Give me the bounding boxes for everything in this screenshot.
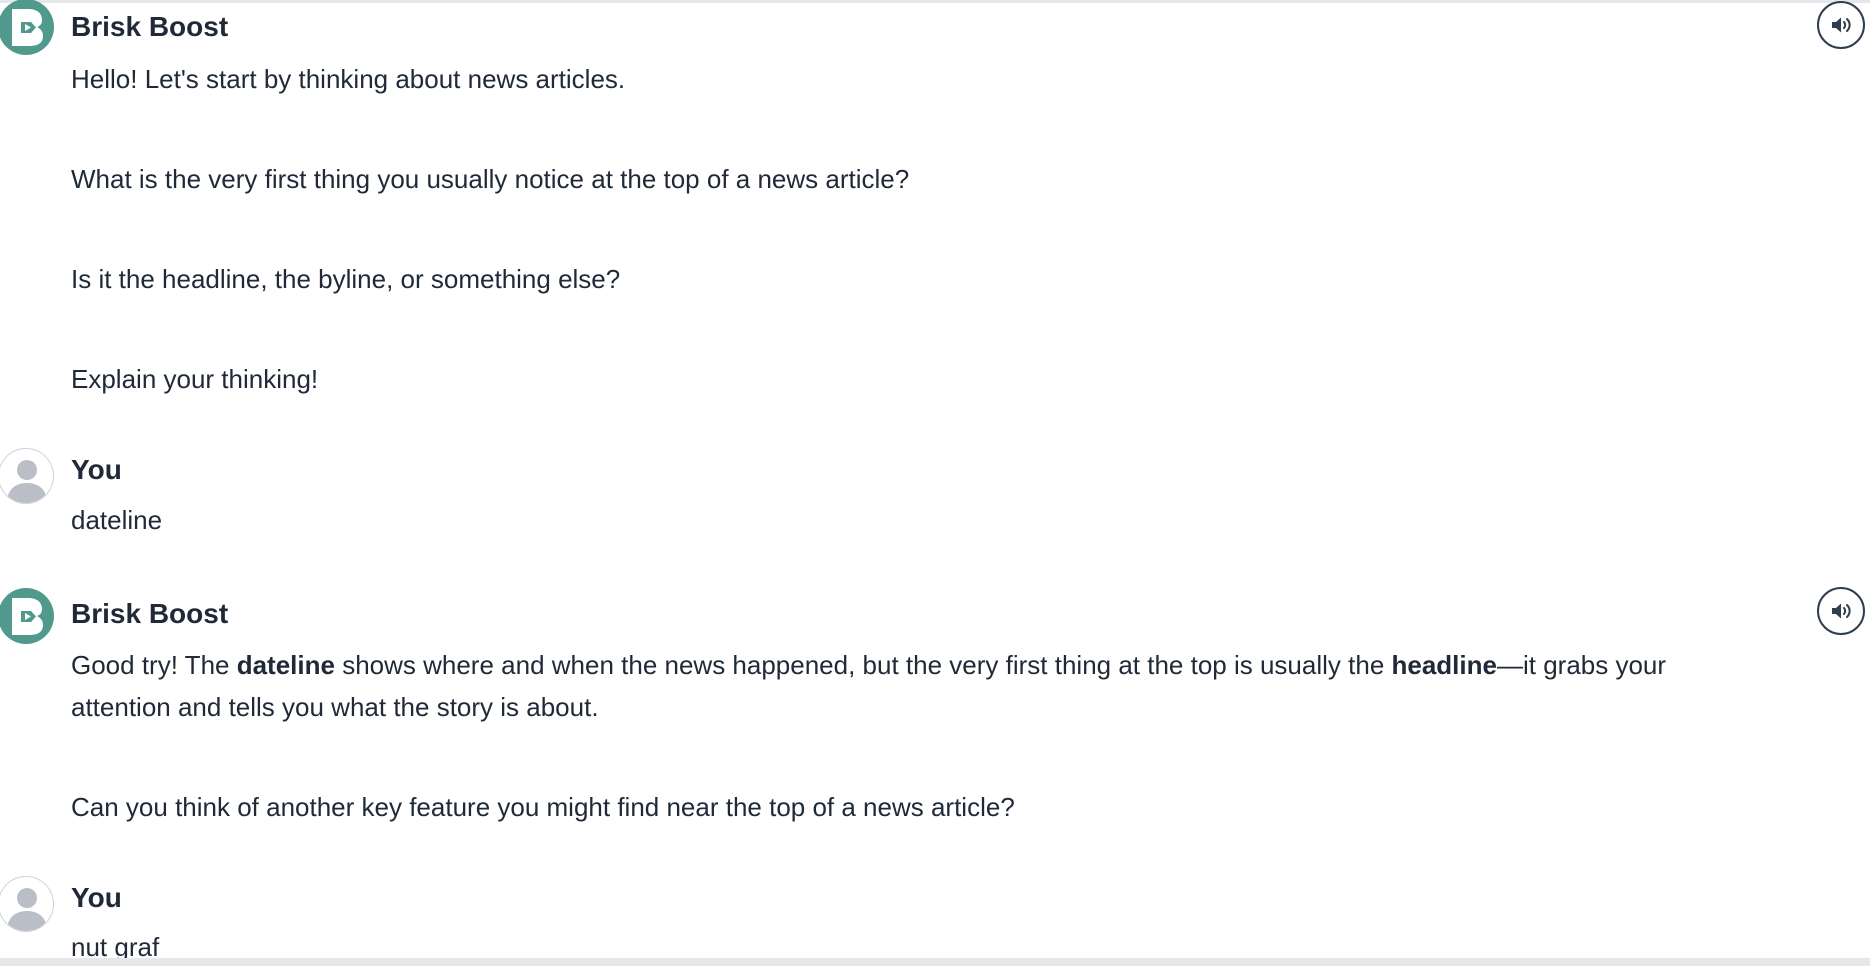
user-avatar-icon <box>0 448 54 504</box>
message-text: Explain your thinking! <box>71 364 319 394</box>
message-author: Brisk Boost <box>71 598 229 629</box>
message-author: You <box>71 882 122 913</box>
speaker-icon <box>1832 17 1851 33</box>
read-aloud-button[interactable] <box>1817 587 1865 635</box>
text-run: —it grabs your <box>1496 650 1667 680</box>
bold-term-headline: headline <box>1391 650 1497 680</box>
bottom-divider <box>0 958 1870 966</box>
top-divider <box>0 0 1870 3</box>
read-aloud-button[interactable] <box>1817 1 1865 49</box>
message-text: Is it the headline, the byline, or somet… <box>71 264 621 294</box>
message-text: Can you think of another key feature you… <box>71 792 1015 822</box>
bold-term-dateline: dateline <box>236 650 335 680</box>
text-run: shows where and when the news happened, … <box>334 650 1392 680</box>
message-text: Hello! Let's start by thinking about new… <box>71 64 626 94</box>
speaker-icon <box>1832 603 1851 619</box>
brisk-boost-logo-icon <box>0 588 54 644</box>
brisk-boost-logo-icon <box>0 0 54 55</box>
text-run: Good try! The <box>71 650 237 680</box>
chat-page: Brisk Boost Hello! Let's start by thinki… <box>0 0 1870 966</box>
message-text: attention and tells you what the story i… <box>71 692 599 722</box>
message-author: You <box>71 454 122 485</box>
message-author: Brisk Boost <box>71 11 229 42</box>
message-text: dateline <box>71 505 163 535</box>
message-text: What is the very first thing you usually… <box>71 164 910 194</box>
message-text: Good try! The dateline shows where and w… <box>71 644 1666 686</box>
user-avatar-icon <box>0 876 54 932</box>
